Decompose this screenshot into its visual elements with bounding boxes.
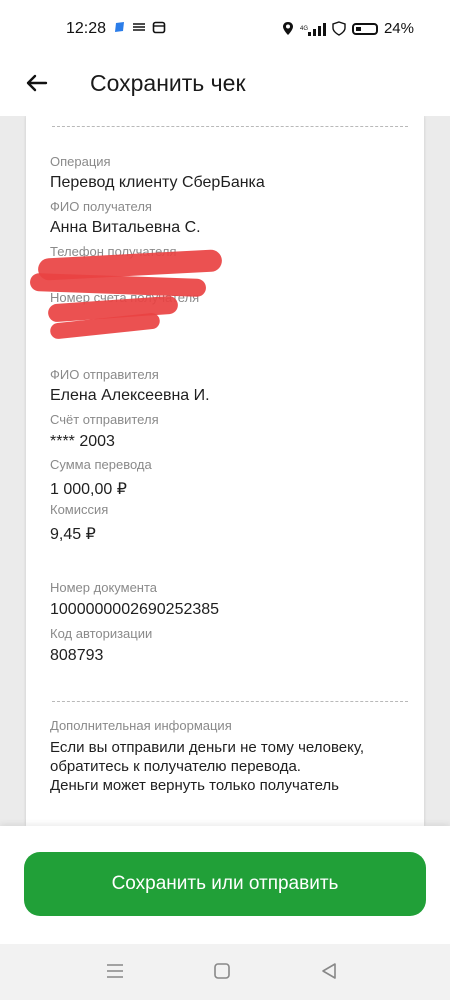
sender-account-label: Счёт отправителя: [50, 412, 159, 427]
amount-label: Сумма перевода: [50, 457, 152, 472]
status-indicators: 4G 24%: [282, 20, 414, 37]
save-or-send-button[interactable]: Сохранить или отправить: [24, 852, 426, 916]
app-bar: Сохранить чек: [0, 60, 450, 116]
back-arrow-icon[interactable]: [22, 68, 52, 98]
document-number-value: 1000000002690252385: [50, 601, 220, 618]
sender-account-value: **** 2003: [50, 433, 115, 450]
sender-name-value: Елена Алексеевна И.: [50, 387, 210, 404]
operation-value: Перевод клиенту СберБанка: [50, 174, 265, 191]
page-title: Сохранить чек: [90, 70, 246, 96]
fee-label: Комиссия: [50, 502, 109, 517]
calendar-notification-icon: [152, 21, 166, 34]
amount-value: 1 000,00 ₽: [50, 481, 127, 498]
bottom-action-panel: Сохранить или отправить: [0, 826, 450, 944]
operation-label: Операция: [50, 154, 111, 169]
signal-icon: 4G: [300, 22, 326, 36]
system-nav-bar: [0, 944, 450, 1000]
recipient-name-label: ФИО получателя: [50, 199, 152, 214]
sender-name-label: ФИО отправителя: [50, 367, 159, 382]
battery-percent: 24%: [383, 20, 414, 37]
document-number-label: Номер документа: [50, 580, 158, 595]
location-icon: [282, 22, 293, 35]
battery-icon: [351, 22, 378, 35]
extra-info-line: Если вы отправили деньги не тому человек…: [50, 739, 365, 756]
recipient-name-value: Анна Витальевна С.: [50, 219, 201, 236]
receipt-card: Операция Перевод клиенту СберБанка ФИО п…: [26, 116, 424, 826]
extra-info-label: Дополнительная информация: [50, 718, 232, 733]
divider: [52, 701, 408, 702]
status-bar: 12:28 4G 24%: [0, 0, 450, 60]
notification-icons: [114, 20, 166, 34]
fee-value: 9,45 ₽: [50, 526, 96, 543]
vpn-shield-icon: [332, 21, 346, 36]
auth-code-label: Код авторизации: [50, 626, 153, 641]
extra-info-line: обратитесь к получателю перевода.: [50, 758, 301, 775]
extra-info-text: Если вы отправили деньги не тому человек…: [50, 738, 410, 795]
app-notification-icon: [115, 22, 124, 32]
auth-code-value: 808793: [50, 647, 104, 664]
back-nav-icon[interactable]: [320, 962, 338, 980]
status-time: 12:28: [66, 20, 107, 37]
divider: [52, 126, 408, 127]
list-notification-icon: [133, 23, 145, 31]
home-nav-icon[interactable]: [213, 962, 231, 980]
menu-nav-icon[interactable]: [106, 962, 124, 980]
extra-info-line: Деньги может вернуть только получатель: [50, 777, 339, 794]
receipt-scroll-area[interactable]: Операция Перевод клиенту СберБанка ФИО п…: [0, 116, 450, 826]
svg-text:4G: 4G: [300, 26, 308, 32]
